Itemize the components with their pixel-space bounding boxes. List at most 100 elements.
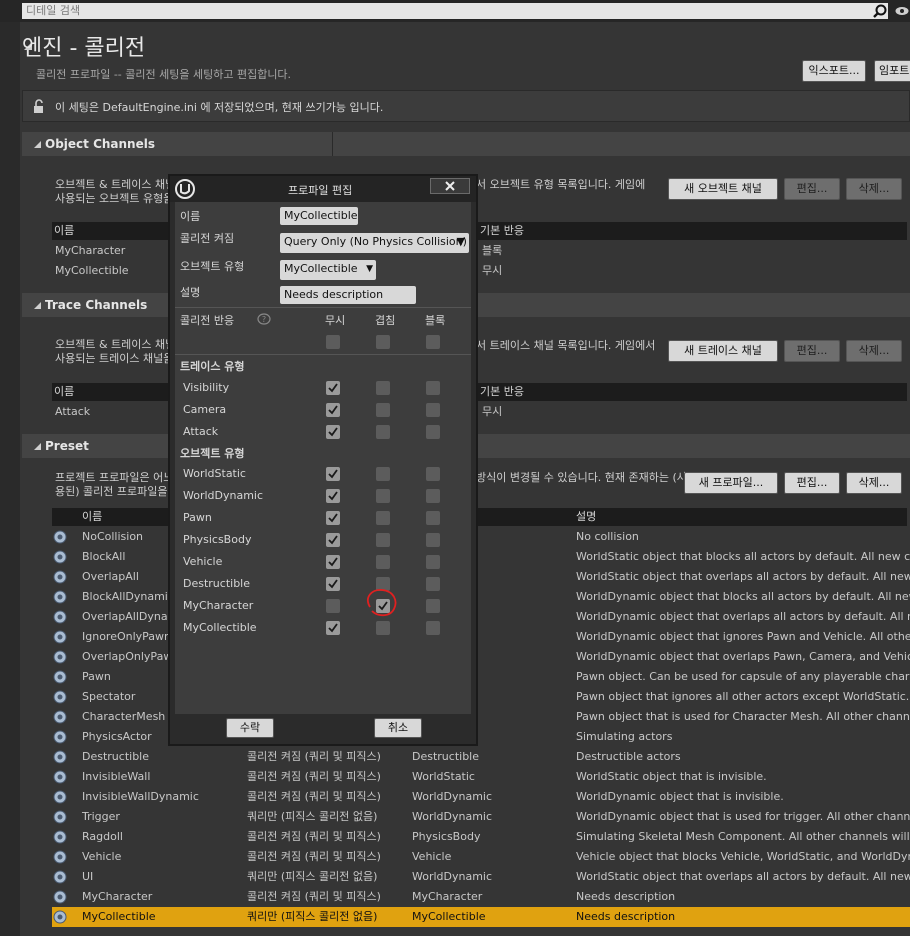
edit-button[interactable]: 편집... bbox=[784, 340, 840, 362]
collision-enabled-dropdown[interactable]: Query Only (No Physics Collision) ▼ bbox=[280, 233, 469, 253]
close-icon bbox=[445, 181, 455, 191]
new-object-channel-button[interactable]: 새 오브젝트 채널 bbox=[668, 178, 778, 200]
block-checkbox[interactable] bbox=[426, 533, 440, 547]
chevron-down-icon: ▼ bbox=[366, 264, 373, 274]
section-title: Trace Channels bbox=[45, 298, 148, 312]
new-trace-channel-button[interactable]: 새 트레이스 채널 bbox=[668, 340, 778, 362]
table-row[interactable]: MyCharacter 콜리전 켜짐 (쿼리 및 피직스) MyCharacter N… bbox=[52, 887, 910, 907]
table-row[interactable]: InvisibleWallDynamic 콜리전 켜짐 (쿼리 및 피직스) Wor… bbox=[52, 787, 910, 807]
ignore-checkbox[interactable] bbox=[326, 577, 340, 591]
block-checkbox[interactable] bbox=[426, 621, 440, 635]
overlap-checkbox[interactable] bbox=[376, 533, 390, 547]
object-type-label: 오브젝트 유형 bbox=[180, 260, 245, 273]
profile-description: Destructible actors bbox=[576, 750, 681, 763]
block-checkbox[interactable] bbox=[426, 381, 440, 395]
profile-name: InvisibleWall bbox=[82, 770, 151, 783]
overlap-checkbox[interactable] bbox=[376, 621, 390, 635]
profile-icon bbox=[53, 650, 67, 667]
profile-name: BlockAllDynamic bbox=[82, 590, 174, 603]
block-checkbox[interactable] bbox=[426, 599, 440, 613]
ignore-checkbox[interactable] bbox=[326, 403, 340, 417]
delete-button[interactable]: 삭제... bbox=[846, 178, 902, 200]
profile-collision: 쿼리만 (피직스 콜리전 없음) bbox=[247, 910, 378, 923]
channel-response: 블록 bbox=[482, 244, 503, 257]
profile-name: OverlapOnlyPawr bbox=[82, 650, 177, 663]
ignore-checkbox[interactable] bbox=[326, 555, 340, 569]
overlap-checkbox[interactable] bbox=[376, 381, 390, 395]
dialog-titlebar[interactable]: 프로파일 편집 bbox=[170, 176, 476, 202]
channel-response: 무시 bbox=[482, 405, 503, 418]
profile-name: OverlapAllDynam bbox=[82, 610, 179, 623]
ignore-checkbox[interactable] bbox=[326, 511, 340, 525]
profile-icon bbox=[53, 770, 67, 787]
profile-object-type: MyCharacter bbox=[412, 890, 483, 903]
close-button[interactable] bbox=[430, 178, 470, 194]
object-type-dropdown[interactable]: MyCollectible ▼ bbox=[280, 260, 376, 280]
channel-name: MyCollectible bbox=[183, 621, 257, 634]
overlap-checkbox[interactable] bbox=[376, 489, 390, 503]
block-checkbox[interactable] bbox=[426, 555, 440, 569]
export-button[interactable]: 익스포트... bbox=[802, 60, 866, 82]
block-checkbox[interactable] bbox=[426, 511, 440, 525]
preset-desc: 용된) 콜리전 프로파일을 bbox=[55, 485, 168, 498]
profile-description: WorldDynamic object that is used for tri… bbox=[576, 810, 910, 823]
ignore-checkbox[interactable] bbox=[326, 489, 340, 503]
profile-name: Vehicle bbox=[82, 850, 122, 863]
import-button[interactable]: 임포트 bbox=[874, 60, 910, 82]
ignore-checkbox[interactable] bbox=[326, 425, 340, 439]
table-row[interactable]: InvisibleWall 콜리전 켜짐 (쿼리 및 피직스) WorldStati… bbox=[52, 767, 910, 787]
edit-button[interactable]: 편집... bbox=[784, 178, 840, 200]
delete-button[interactable]: 삭제... bbox=[846, 340, 902, 362]
accept-button[interactable]: 수락 bbox=[226, 718, 274, 738]
block-checkbox[interactable] bbox=[426, 467, 440, 481]
table-row[interactable]: Vehicle 콜리전 켜짐 (쿼리 및 피직스) Vehicle Vehicle o… bbox=[52, 847, 910, 867]
profile-icon bbox=[53, 850, 67, 867]
overlap-checkbox[interactable] bbox=[376, 425, 390, 439]
trace-channels-desc: 서 트레이스 채널 목록입니다. 게임에서 bbox=[476, 339, 656, 352]
ignore-checkbox[interactable] bbox=[326, 381, 340, 395]
search-icon[interactable] bbox=[872, 4, 888, 18]
profile-name-field[interactable]: MyCollectible bbox=[280, 207, 358, 225]
all-overlap-checkbox[interactable] bbox=[376, 335, 390, 349]
ignore-checkbox[interactable] bbox=[326, 599, 340, 613]
help-icon[interactable]: ? bbox=[257, 313, 271, 328]
table-row[interactable]: MyCollectible 쿼리만 (피직스 콜리전 없음) MyCollectib… bbox=[52, 907, 910, 927]
table-row[interactable]: Destructible 콜리전 켜짐 (쿼리 및 피직스) Destructibl… bbox=[52, 747, 910, 767]
overlap-checkbox[interactable] bbox=[376, 467, 390, 481]
ignore-checkbox[interactable] bbox=[326, 621, 340, 635]
block-checkbox[interactable] bbox=[426, 489, 440, 503]
profile-description: WorldDynamic object that overlaps all ac… bbox=[576, 610, 910, 623]
block-checkbox[interactable] bbox=[426, 425, 440, 439]
col-name: 이름 bbox=[82, 510, 103, 523]
collapse-arrow-icon bbox=[34, 132, 41, 156]
eye-icon[interactable] bbox=[895, 4, 909, 18]
profile-collision: 콜리전 켜짐 (쿼리 및 피직스) bbox=[247, 830, 381, 843]
edit-button[interactable]: 편집... bbox=[784, 472, 840, 494]
col-name: 이름 bbox=[54, 224, 75, 237]
profile-name: UI bbox=[82, 870, 94, 883]
channel-name: Vehicle bbox=[183, 555, 223, 568]
overlap-checkbox[interactable] bbox=[376, 555, 390, 569]
new-profile-button[interactable]: 새 프로파일... bbox=[684, 472, 778, 494]
cancel-button[interactable]: 취소 bbox=[374, 718, 422, 738]
block-checkbox[interactable] bbox=[426, 577, 440, 591]
profile-name: InvisibleWallDynamic bbox=[82, 790, 199, 803]
ignore-checkbox[interactable] bbox=[326, 533, 340, 547]
search-input[interactable]: 디테일 검색 bbox=[22, 3, 888, 19]
delete-button[interactable]: 삭제... bbox=[846, 472, 902, 494]
dialog-title: 프로파일 편집 bbox=[288, 184, 353, 197]
description-field[interactable]: Needs description bbox=[280, 286, 416, 304]
overlap-checkbox[interactable] bbox=[376, 403, 390, 417]
table-row[interactable]: Trigger 쿼리만 (피직스 콜리전 없음) WorldDynamic World… bbox=[52, 807, 910, 827]
left-gutter bbox=[0, 22, 20, 936]
collision-enabled-label: 콜리전 켜짐 bbox=[180, 232, 235, 245]
object-channels-header[interactable]: Object Channels bbox=[22, 132, 910, 156]
overlap-checkbox[interactable] bbox=[376, 511, 390, 525]
block-checkbox[interactable] bbox=[426, 403, 440, 417]
all-ignore-checkbox[interactable] bbox=[326, 335, 340, 349]
channel-name: WorldStatic bbox=[183, 467, 246, 480]
ignore-checkbox[interactable] bbox=[326, 467, 340, 481]
all-block-checkbox[interactable] bbox=[426, 335, 440, 349]
table-row[interactable]: Ragdoll 콜리전 켜짐 (쿼리 및 피직스) PhysicsBody Simul… bbox=[52, 827, 910, 847]
table-row[interactable]: UI 쿼리만 (피직스 콜리전 없음) WorldDynamic WorldStati… bbox=[52, 867, 910, 887]
